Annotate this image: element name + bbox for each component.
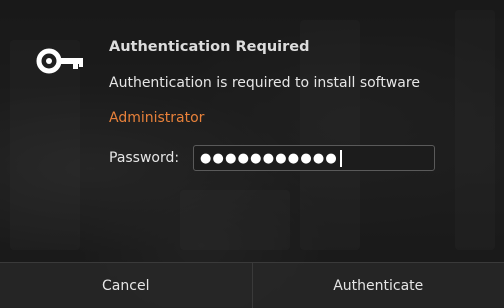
authenticate-button[interactable]: Authenticate	[252, 263, 504, 308]
user-name: Administrator	[109, 110, 204, 126]
password-label: Password:	[109, 150, 179, 166]
authentication-dialog: Authentication Required Authentication i…	[0, 0, 504, 307]
password-masked-value: ●●●●●●●●●●●	[200, 152, 338, 165]
dialog-content: Authentication Required Authentication i…	[0, 0, 504, 262]
dialog-title: Authentication Required	[109, 39, 310, 55]
password-field[interactable]: ●●●●●●●●●●●	[193, 145, 435, 171]
dialog-message: Authentication is required to install so…	[109, 75, 420, 91]
dialog-button-bar: Cancel Authenticate	[0, 262, 504, 308]
text-caret	[340, 150, 342, 167]
cancel-button[interactable]: Cancel	[0, 263, 252, 308]
key-icon	[36, 46, 86, 76]
